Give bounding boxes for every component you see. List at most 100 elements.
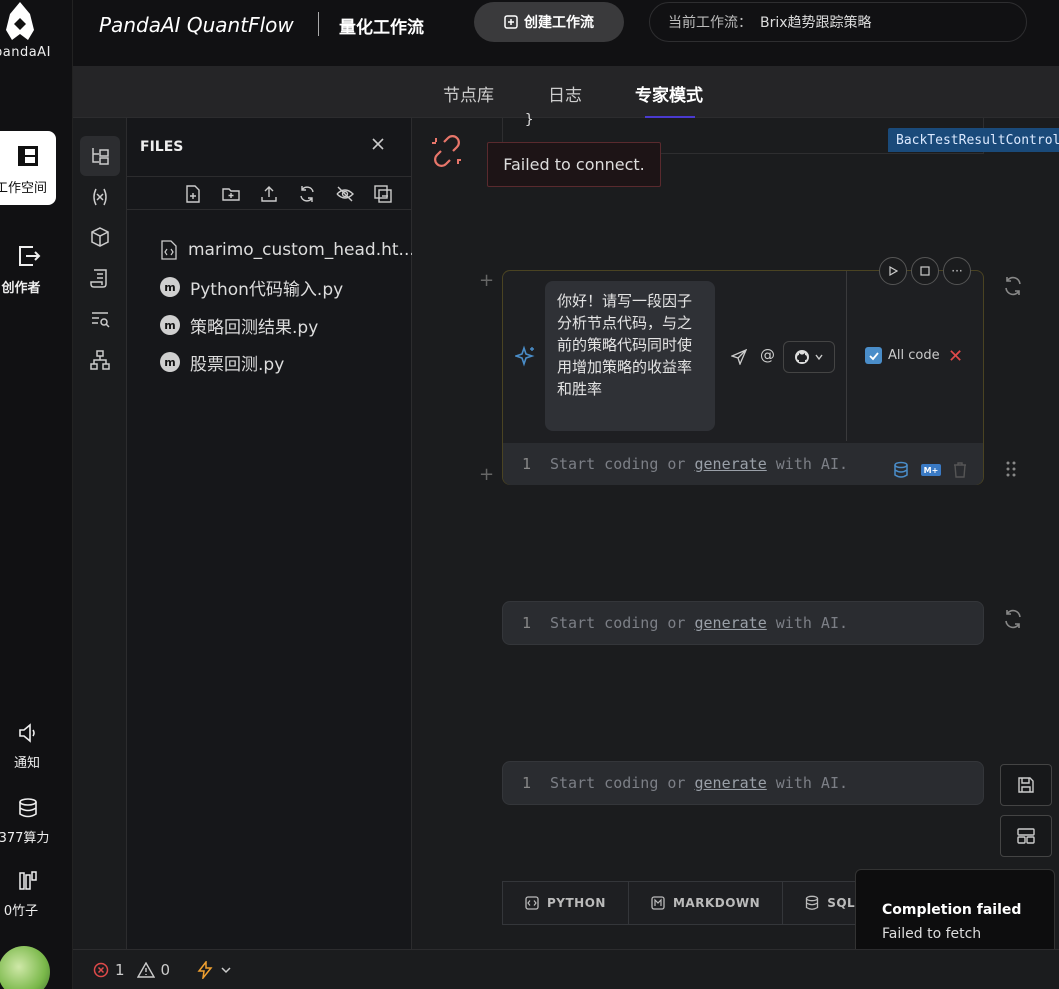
toast-message: Failed to fetch (882, 926, 982, 942)
rail-item-label: 通知 (13, 756, 40, 771)
file-item[interactable]: m 股票回测.py (160, 348, 284, 376)
rail-item-notify[interactable]: 通知 (0, 722, 56, 772)
tab-logs[interactable]: 日志 (548, 81, 582, 106)
bamboo-icon (19, 871, 37, 890)
files-toolbar (127, 176, 412, 210)
line-number: 1 (522, 774, 532, 792)
search-outline-button[interactable] (80, 299, 120, 339)
generate-link[interactable]: generate (695, 455, 767, 473)
lightning-icon[interactable] (196, 960, 214, 979)
rail-item-label: 0竹子 (3, 904, 39, 919)
workspace-icon (18, 146, 38, 166)
all-code-checkbox[interactable]: All code (865, 347, 940, 364)
packages-button[interactable] (80, 217, 120, 257)
create-workflow-label: 创建工作流 (524, 15, 594, 31)
checkbox-checked-icon (865, 347, 882, 364)
rerun-icon[interactable] (1002, 275, 1024, 297)
rail-item-creator[interactable]: 创作者 (0, 243, 56, 303)
save-icon (1018, 777, 1034, 793)
exit-icon (19, 246, 41, 266)
scroll-button[interactable] (80, 258, 120, 298)
cell-language-icons: M+ (893, 461, 967, 479)
rail-item-workspace[interactable]: 工作空间 (0, 131, 56, 205)
connection-error-text: Failed to connect. (503, 155, 645, 174)
brand-title: PandaAI QuantFlow (99, 13, 294, 37)
current-workflow-field[interactable]: 当前工作流： Brix趋势跟踪策略 (649, 2, 1027, 42)
error-circle-icon[interactable] (93, 962, 109, 978)
highlight-bar (645, 116, 695, 118)
new-file-icon[interactable] (183, 184, 203, 204)
markdown-toggle-icon[interactable]: M+ (921, 464, 941, 476)
layout-button[interactable] (1000, 815, 1052, 857)
generate-link[interactable]: generate (695, 614, 767, 632)
app-logo[interactable]: pandaAI (0, 0, 73, 64)
mention-button[interactable]: @ (760, 346, 775, 364)
send-icon[interactable] (731, 349, 747, 365)
notebook-area: } BackTestResultControl Failed to connec… (412, 112, 1059, 949)
refresh-icon[interactable] (297, 184, 317, 204)
create-workflow-button[interactable]: 创建工作流 (474, 2, 624, 42)
disconnected-icon[interactable] (430, 134, 464, 168)
upload-icon[interactable] (259, 184, 279, 204)
chevron-down-icon (815, 354, 823, 361)
add-markdown-label: MARKDOWN (672, 896, 761, 910)
file-item[interactable]: m 策略回测结果.py (160, 311, 318, 339)
save-button[interactable] (1000, 764, 1052, 806)
ai-prompt-bubble[interactable]: 你好！请写一段因子分析节点代码，与之前的策略代码同时使用增加策略的收益率和胜率 (545, 281, 715, 431)
output-tag[interactable]: BackTestResultControl (888, 128, 1059, 152)
code-icon (525, 896, 539, 910)
activity-strip (73, 118, 127, 949)
new-folder-icon[interactable] (221, 184, 241, 204)
rail-item-compute[interactable]: 377算力 (0, 797, 56, 847)
add-cell-bar: PYTHON MARKDOWN SQL (502, 881, 862, 925)
header: PandaAI QuantFlow 量化工作流 创建工作流 当前工作流： Bri… (73, 0, 1059, 66)
chevron-down-icon[interactable] (220, 964, 232, 976)
ai-cell[interactable]: ··· 你好！请写一段因子分析节点代码，与之前的策略代码同时使用增加策略的收益率… (502, 257, 984, 485)
layout-icon (1017, 828, 1035, 844)
scroll-icon (90, 269, 107, 288)
left-rail: pandaAI 工作空间 创作者 通知 (0, 0, 73, 989)
close-files-button[interactable] (370, 136, 386, 156)
marimo-file-icon: m (160, 352, 180, 372)
tab-node-library[interactable]: 节点库 (443, 81, 494, 106)
code-cell[interactable]: 1 Start coding or generate with AI. (502, 761, 984, 805)
plus-square-icon (504, 15, 518, 29)
dependency-graph-button[interactable] (80, 340, 120, 380)
code-placeholder: Start coding or generate with AI. (550, 614, 849, 632)
status-bar: 1 0 (73, 949, 1059, 989)
markdown-icon (651, 896, 665, 910)
current-workflow-label: 当前工作流： (668, 15, 752, 31)
add-markdown-cell-button[interactable]: MARKDOWN (629, 882, 784, 924)
file-item[interactable]: marimo_custom_head.ht... (160, 236, 415, 264)
warning-icon[interactable] (136, 961, 155, 978)
code-cell[interactable]: 1 Start coding or generate with AI. (502, 601, 984, 645)
add-sql-label: SQL (827, 896, 856, 910)
close-ai-button[interactable]: ✕ (948, 346, 963, 367)
toast-title: Completion failed (882, 902, 1022, 918)
code-editor[interactable]: 1 Start coding or generate with AI. M+ (503, 443, 983, 485)
context-source-dropdown[interactable] (783, 341, 835, 373)
panda-logo-icon (6, 2, 34, 40)
file-item[interactable]: m Python代码输入.py (160, 273, 343, 301)
tab-bar: 节点库 日志 专家模式 (73, 66, 1059, 118)
rail-item-bamboo[interactable]: 0竹子 (0, 870, 56, 920)
add-python-cell-button[interactable]: PYTHON (503, 882, 629, 924)
file-name: Python代码输入.py (190, 279, 344, 300)
drag-handle-icon[interactable] (1005, 460, 1017, 478)
add-cell-above-button[interactable]: + (479, 270, 494, 291)
rerun-icon[interactable] (1002, 608, 1024, 630)
trash-icon[interactable] (953, 462, 967, 478)
file-tree-button[interactable] (80, 136, 120, 176)
github-icon (795, 350, 809, 364)
add-cell-below-button[interactable]: + (479, 464, 494, 485)
variables-button[interactable] (80, 177, 120, 217)
generate-link[interactable]: generate (695, 774, 767, 792)
avatar[interactable] (0, 946, 50, 989)
tab-expert-mode[interactable]: 专家模式 (635, 81, 703, 106)
current-workflow-value: Brix趋势跟踪策略 (760, 15, 872, 31)
ai-sparkle-icon (515, 345, 535, 367)
eye-off-icon[interactable] (335, 184, 355, 204)
collapse-all-icon[interactable] (373, 184, 393, 204)
sql-database-icon[interactable] (893, 461, 909, 479)
network-icon (90, 350, 110, 370)
